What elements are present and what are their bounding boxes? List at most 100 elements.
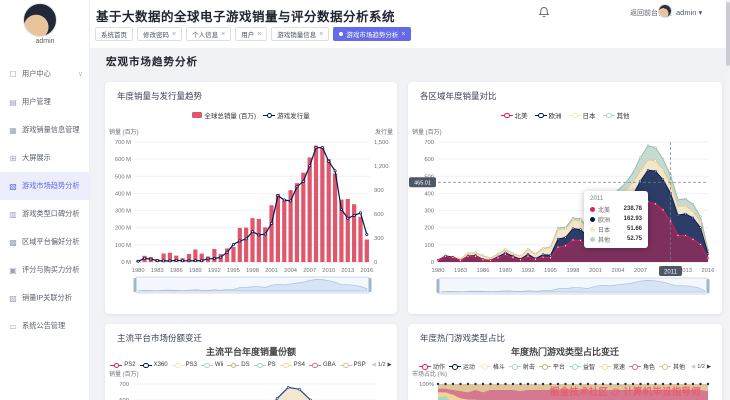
sidebar-item-big-screen[interactable]: ⊞大屏展示 [0, 144, 90, 172]
svg-text:2001: 2001 [589, 268, 602, 274]
legend-line-icon [603, 113, 615, 118]
svg-text:1998: 1998 [567, 268, 580, 274]
user-dropdown[interactable]: admin ▾ [676, 8, 702, 17]
svg-text:600: 600 [374, 212, 384, 218]
sidebar-item-genre-reputation[interactable]: ▥游戏类型口碑分析 [0, 200, 90, 228]
legend-line-icon [110, 363, 122, 368]
svg-text:2004: 2004 [612, 268, 626, 274]
caret-down-icon: ▾ [699, 8, 703, 17]
svg-text:1983: 1983 [454, 268, 467, 274]
svg-text:销量 (百万): 销量 (百万) [109, 128, 139, 136]
close-icon[interactable]: × [172, 31, 176, 38]
sidebar-item-user-management[interactable]: ▤用户管理 [0, 88, 90, 116]
card-title: 年度销量与发行量趋势 [117, 90, 202, 102]
close-icon[interactable]: × [319, 31, 323, 38]
sidebar-item-market-trend[interactable]: ▧游戏市场趋势分析 [0, 172, 90, 200]
svg-text:1,500: 1,500 [374, 140, 389, 146]
bell-icon[interactable] [538, 6, 550, 18]
svg-text:1992: 1992 [208, 268, 221, 274]
avatar[interactable] [23, 3, 57, 37]
card-annual-trend: 年度销量与发行量趋势 全球总销量 (百万)游戏发行量 0 M100 M200 M… [105, 82, 397, 314]
tab-home[interactable]: 系统首页 [95, 27, 133, 41]
svg-text:市场占比 (%): 市场占比 (%) [412, 370, 447, 378]
sidebar-item-score-purchase[interactable]: ▣评分与购买力分析 [0, 256, 90, 284]
sidebar-item-region-platform[interactable]: ▩区域平台偏好分析 [0, 228, 90, 256]
tab-bar: 系统首页 修改密码× 个人信息× 用户× 游戏销量信息× 游戏市场趋势分析× [95, 27, 411, 41]
svg-text:465.01: 465.01 [414, 181, 431, 187]
legend-line-icon [201, 363, 213, 368]
card-title: 主流平台市场份额变迁 [117, 332, 202, 344]
user-avatar[interactable] [658, 4, 672, 18]
active-dot [339, 32, 343, 36]
screen-icon: ⊞ [8, 154, 18, 163]
sidebar-item-announcement[interactable]: ▭系统公告管理 [0, 312, 90, 340]
legend-swatch-icon [192, 112, 202, 118]
svg-text:400: 400 [424, 191, 434, 197]
sidebar-item-sales-ip[interactable]: ▨销量IP关联分析 [0, 284, 90, 312]
sales-release-trend-chart[interactable]: 0 M100 M200 M300 M400 M500 M600 M700 M1,… [105, 126, 397, 314]
legend-line-icon [254, 363, 266, 368]
chart-title: 主流平台年度销量份额 [105, 345, 397, 358]
card-title: 各区域年度销量对比 [420, 90, 497, 102]
square-icon: ▣ [8, 266, 18, 275]
svg-text:发行量: 发行量 [375, 128, 393, 136]
series-dot [590, 217, 595, 222]
svg-text:2016: 2016 [702, 268, 715, 274]
sidebar-item-game-sales-info[interactable]: ▦游戏销量信息管理 [0, 116, 90, 144]
svg-text:300: 300 [424, 209, 434, 215]
svg-text:300 M: 300 M [115, 209, 131, 215]
series-dot [590, 237, 595, 242]
svg-text:600 M: 600 M [115, 157, 131, 163]
chevron-down-icon: ∨ [78, 70, 83, 78]
svg-text:2004: 2004 [284, 268, 298, 274]
user-center-icon: ☐ [8, 70, 18, 79]
svg-text:500 M: 500 M [115, 174, 131, 180]
close-icon[interactable]: × [257, 31, 261, 38]
app-root: admin ☐用户中心∨ ▤用户管理 ▦游戏销量信息管理 ⊞大屏展示 ▧游戏市场… [0, 0, 730, 400]
legend-item[interactable]: 日本 [569, 110, 596, 120]
close-icon[interactable]: × [221, 31, 225, 38]
chart-title: 年度热门游戏类型占比变迁 [408, 345, 722, 358]
series-dot [590, 207, 595, 212]
close-icon[interactable]: × [401, 31, 405, 38]
scrollbar-thumb[interactable] [726, 2, 730, 66]
tab-profile[interactable]: 个人信息× [186, 27, 231, 41]
platform-share-chart[interactable]: 销量 (百万)7006005004003002001000 [105, 368, 397, 400]
page-title: 宏观市场趋势分析 [106, 54, 198, 69]
svg-text:1980: 1980 [132, 268, 145, 274]
profile-name: admin [0, 38, 90, 45]
chart-legend: 北美欧洲日本其他 [408, 110, 722, 120]
svg-text:1980: 1980 [432, 268, 445, 274]
diag-icon: ▨ [8, 294, 18, 303]
watermark: 掘金技术社区 @ 计算机毕设指导师 [550, 384, 701, 398]
card-title: 年度热门游戏类型占比 [420, 332, 505, 344]
sidebar-item-user-center[interactable]: ☐用户中心∨ [0, 60, 90, 88]
svg-text:2001: 2001 [265, 268, 278, 274]
legend-item[interactable]: 北美 [501, 110, 528, 120]
legend-item[interactable]: 其他 [603, 110, 630, 120]
series-dot [590, 227, 595, 232]
legend-item[interactable]: 游戏发行量 [263, 110, 310, 120]
tab-users[interactable]: 用户× [235, 27, 267, 41]
card-platform-share: 主流平台市场份额变迁 主流平台年度销量份额 PS2X360PS3WiiDSPSP… [105, 324, 397, 400]
svg-text:2007: 2007 [634, 268, 647, 274]
tab-game-sales[interactable]: 游戏销量信息× [271, 27, 329, 41]
svg-text:销量 (百万): 销量 (百万) [412, 128, 442, 136]
rows-icon: ▥ [8, 210, 18, 219]
svg-text:600: 600 [424, 157, 434, 163]
region-sales-area-chart[interactable]: 0100200300400500600700销量 (百万)19801983198… [408, 126, 722, 314]
tab-change-password[interactable]: 修改密码× [137, 27, 182, 41]
header: 基于大数据的全球电子游戏销量与评分数据分析系统 返回前台首页 admin ▾ 系… [90, 0, 730, 48]
svg-text:1995: 1995 [544, 268, 557, 274]
svg-text:700 M: 700 M [115, 140, 131, 146]
tooltip-row: 日本51.66 [590, 224, 642, 234]
svg-text:300: 300 [374, 236, 384, 242]
legend-item[interactable]: 全球总销量 (百万) [192, 110, 256, 120]
tab-market-trend[interactable]: 游戏市场趋势分析× [333, 27, 411, 41]
legend-line-icon [309, 363, 321, 368]
svg-text:200: 200 [424, 226, 434, 232]
svg-text:1998: 1998 [246, 268, 259, 274]
legend-line-icon [140, 363, 152, 368]
legend-item[interactable]: 欧洲 [535, 110, 562, 120]
svg-text:700: 700 [424, 140, 434, 146]
